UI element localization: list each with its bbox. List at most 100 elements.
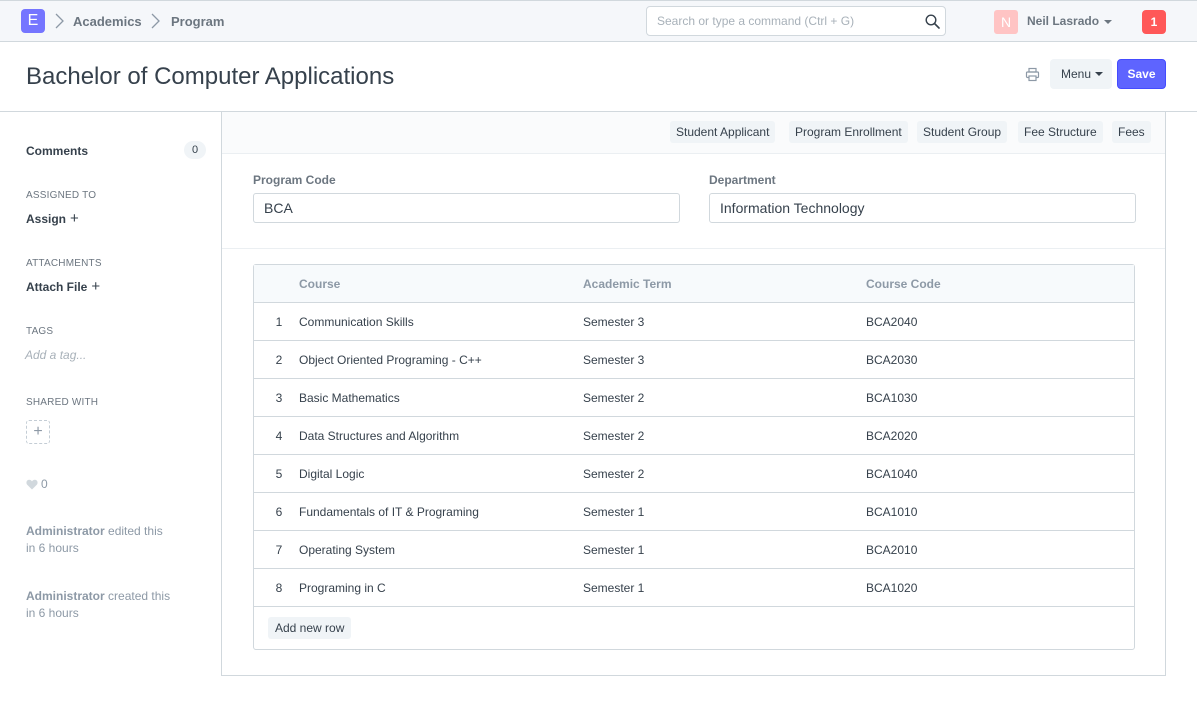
program-code-field[interactable] [253,193,680,223]
timeline-user[interactable]: Administrator [26,524,105,538]
courses-grid: Course Academic Term Course Code 1 Commu… [253,264,1135,650]
menu-button-label: Menu [1061,67,1092,81]
table-row[interactable]: 1 Communication Skills Semester 3 BCA204… [254,303,1134,341]
form-sidebar: Comments 0 ASSIGNED TO Assign + ATTACHMEN… [0,112,221,706]
cell-course-code[interactable]: BCA1040 [866,467,917,481]
navbar: E Academics Program N Neil Lasrado 1 [0,0,1197,42]
timeline-item: Administrator created this in 6 hours [26,588,206,622]
add-new-row-button[interactable]: Add new row [268,617,352,639]
link-fee-structure[interactable]: Fee Structure [1018,121,1103,143]
plus-icon: + [70,210,79,227]
cell-course-code[interactable]: BCA2030 [866,353,917,367]
plus-icon: + [33,423,43,440]
row-index: 6 [275,505,283,519]
app-logo[interactable]: E [21,9,45,33]
column-header-course-code: Course Code [866,277,941,291]
comments-count-badge: 0 [184,141,206,159]
add-share-button[interactable]: + [26,420,50,444]
timeline-action: edited this [108,524,163,538]
department-field[interactable] [709,193,1136,223]
table-row[interactable]: 2 Object Oriented Programing - C++ Semes… [254,341,1134,379]
form-layout: Student Applicant Program Enrollment Stu… [221,112,1166,676]
attach-file-label: Attach File [26,280,88,294]
timeline-action: created this [108,589,171,603]
attach-file-button[interactable]: Attach File + [26,278,100,295]
attachments-label: ATTACHMENTS [26,258,102,269]
row-index: 1 [275,315,283,329]
link-fees[interactable]: Fees [1112,121,1151,143]
cell-academic-term[interactable]: Semester 3 [583,353,644,367]
column-header-academic-term: Academic Term [583,277,672,291]
cell-academic-term[interactable]: Semester 2 [583,467,644,481]
table-row[interactable]: 3 Basic Mathematics Semester 2 BCA1030 [254,379,1134,417]
add-tag-input[interactable]: Add a tag... [25,348,86,362]
cell-course[interactable]: Programing in C [299,581,386,595]
page-title: Bachelor of Computer Applications [26,63,395,90]
table-row[interactable]: 4 Data Structures and Algorithm Semester… [254,417,1134,455]
cell-course[interactable]: Communication Skills [299,315,414,329]
cell-course-code[interactable]: BCA2040 [866,315,917,329]
cell-course[interactable]: Operating System [299,543,395,557]
like-button[interactable]: 0 [26,477,48,491]
form-links-bar: Student Applicant Program Enrollment Stu… [222,112,1165,154]
row-index: 7 [275,543,283,557]
cell-course-code[interactable]: BCA1030 [866,391,917,405]
table-row[interactable]: 5 Digital Logic Semester 2 BCA1040 [254,455,1134,493]
chevron-right-icon [55,13,64,29]
table-row[interactable]: 6 Fundamentals of IT & Programing Semest… [254,493,1134,531]
column-header-course: Course [299,277,341,291]
breadcrumb-program[interactable]: Program [171,13,224,30]
assign-label: Assign [26,212,67,226]
notification-badge[interactable]: 1 [1142,10,1166,34]
cell-course-code[interactable]: BCA1010 [866,505,917,519]
assigned-to-label: ASSIGNED TO [26,190,97,201]
section-divider [222,248,1165,249]
link-program-enrollment[interactable]: Program Enrollment [789,121,908,143]
program-code-label: Program Code [253,173,336,187]
save-button[interactable]: Save [1117,59,1166,89]
cell-course[interactable]: Fundamentals of IT & Programing [299,505,479,519]
row-index: 2 [275,353,283,367]
heart-icon [26,479,38,490]
cell-course[interactable]: Object Oriented Programing - C++ [299,353,482,367]
cell-academic-term[interactable]: Semester 3 [583,315,644,329]
cell-course[interactable]: Data Structures and Algorithm [299,429,459,443]
grid-header: Course Academic Term Course Code [254,265,1134,303]
caret-down-icon [1095,72,1103,76]
breadcrumb-academics[interactable]: Academics [73,13,142,30]
shared-with-label: SHARED WITH [26,397,99,408]
row-index: 4 [275,429,283,443]
search-input[interactable] [646,6,946,36]
plus-icon: + [91,278,101,295]
like-count: 0 [41,477,48,491]
row-index: 5 [275,467,283,481]
timeline-time: in 6 hours [26,541,79,555]
chevron-right-icon [151,13,160,29]
link-student-group[interactable]: Student Group [917,121,1008,143]
cell-academic-term[interactable]: Semester 1 [583,581,644,595]
table-row[interactable]: 7 Operating System Semester 1 BCA2010 [254,531,1134,569]
page-head: Bachelor of Computer Applications Menu S… [0,42,1197,112]
row-index: 8 [275,581,283,595]
cell-course-code[interactable]: BCA1020 [866,581,917,595]
timeline-user[interactable]: Administrator [26,589,105,603]
search-icon[interactable] [925,14,940,29]
timeline-time: in 6 hours [26,606,79,620]
cell-academic-term[interactable]: Semester 1 [583,505,644,519]
table-row[interactable]: 8 Programing in C Semester 1 BCA1020 [254,569,1134,607]
cell-course-code[interactable]: BCA2020 [866,429,917,443]
cell-course[interactable]: Basic Mathematics [299,391,400,405]
print-icon[interactable] [1025,67,1040,82]
comments-link[interactable]: Comments [26,144,88,158]
assign-button[interactable]: Assign + [26,210,79,227]
tags-label: TAGS [26,326,54,337]
cell-course-code[interactable]: BCA2010 [866,543,917,557]
avatar[interactable]: N [994,10,1018,34]
cell-academic-term[interactable]: Semester 1 [583,543,644,557]
link-student-applicant[interactable]: Student Applicant [670,121,776,143]
timeline-item: Administrator edited this in 6 hours [26,523,206,557]
cell-academic-term[interactable]: Semester 2 [583,391,644,405]
user-menu[interactable]: Neil Lasrado [1027,14,1099,29]
cell-academic-term[interactable]: Semester 2 [583,429,644,443]
cell-course[interactable]: Digital Logic [299,467,364,481]
